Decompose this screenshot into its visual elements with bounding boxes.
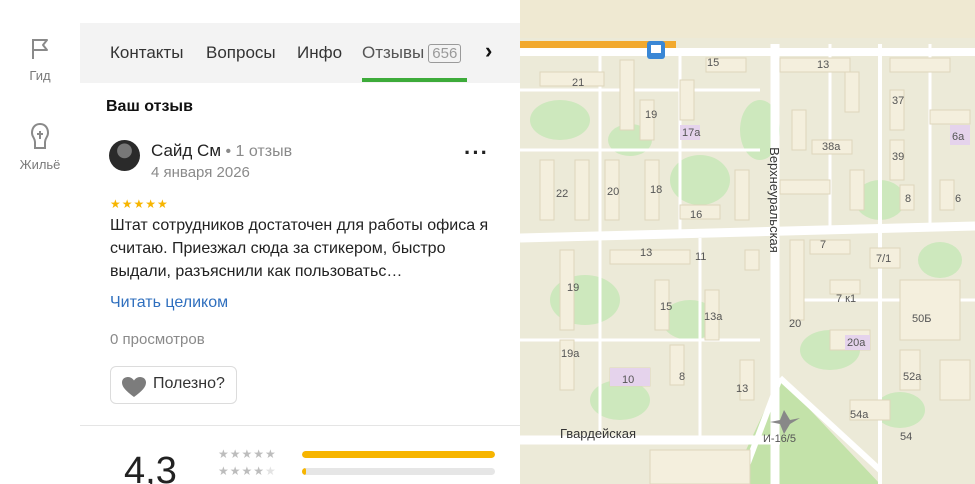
author-name: Сайд См (151, 141, 222, 160)
building-label: 13 (640, 247, 652, 259)
building-label: 50Б (912, 313, 931, 325)
building-label: 37 (892, 95, 904, 107)
review-text: Штат сотрудников достаточен для работы о… (110, 217, 489, 280)
building-label: 17а (682, 127, 701, 139)
building-label: 6 (955, 193, 961, 205)
left-rail: Гид Жильё (0, 0, 81, 484)
rating-row-4-stars: ★★★★★ (218, 464, 277, 478)
rating-bar-fill (302, 468, 306, 475)
rail-item-label: Гид (29, 68, 51, 83)
divider (80, 425, 520, 426)
building-label: 11 (695, 251, 706, 263)
building-label: 15 (707, 57, 719, 69)
chevron-right-icon[interactable]: › (485, 38, 492, 64)
rating-bar-5 (302, 451, 495, 458)
building-label: 22 (556, 188, 568, 200)
building-label: 19 (645, 109, 657, 121)
author-review-count: 1 отзыв (235, 143, 293, 160)
rating-bar-fill (302, 451, 495, 458)
building-label: 19а (561, 348, 580, 360)
review-stars: ★★★★★ (110, 197, 169, 211)
rating-row-5-stars: ★★★★★ (218, 447, 277, 461)
helpful-label: Полезно? (153, 375, 225, 392)
building-label: 10 (622, 374, 634, 386)
flag-icon (32, 39, 48, 59)
building-label: 8 (905, 193, 911, 205)
building-label: 54а (850, 409, 869, 421)
building-label: 13а (704, 311, 723, 323)
building-label: 20 (607, 186, 619, 198)
house-icon (30, 122, 50, 149)
building-label: 54 (900, 431, 912, 443)
avatar[interactable] (109, 140, 140, 171)
tab-info[interactable]: Инфо (297, 43, 342, 63)
building-label: 39 (892, 151, 904, 163)
building-label: 20 (789, 318, 801, 330)
street-label: Верхнеуральская (767, 147, 782, 253)
rail-item-housing[interactable]: Жильё (0, 121, 80, 172)
tab-reviews-count: 656 (428, 44, 462, 63)
rail-item-guide[interactable]: Гид (0, 36, 80, 83)
rating-value: 4,3 (124, 450, 177, 484)
building-label: 20а (847, 337, 866, 349)
rating-bar-4 (302, 468, 495, 475)
read-more-link[interactable]: Читать целиком (110, 294, 228, 312)
building-label: 7 к1 (836, 293, 856, 305)
building-label: 19 (567, 282, 579, 294)
active-tab-underline (362, 78, 467, 82)
building-label: 7/1 (876, 253, 891, 265)
tab-contacts[interactable]: Контакты (110, 43, 183, 63)
building-label: 21 (572, 77, 584, 89)
review-date: 4 января 2026 (151, 164, 250, 181)
building-label: 6а (952, 131, 965, 143)
review-author[interactable]: Сайд См • 1 отзыв (151, 141, 292, 161)
building-label: 16 (690, 209, 702, 221)
more-options-icon[interactable]: ··· (464, 140, 489, 166)
building-label: 13 (736, 383, 748, 395)
building-label: 18 (650, 184, 662, 196)
heart-icon (122, 377, 146, 397)
section-title: Ваш отзыв (106, 98, 193, 115)
map-canvas[interactable]: Верхнеуральская Гвардейская 21 19 17а 15… (520, 0, 975, 484)
building-label: 7 (820, 239, 826, 251)
tab-questions[interactable]: Вопросы (206, 43, 276, 63)
building-label: 52а (903, 371, 922, 383)
tab-reviews[interactable]: Отзывы 656 (362, 43, 462, 63)
building-label: 8 (679, 371, 685, 383)
helpful-button[interactable]: Полезно? (110, 366, 237, 404)
org-card-panel: Контакты Вопросы Инфо Отзывы 656 › Ваш от… (80, 0, 520, 484)
rail-item-label: Жильё (19, 157, 61, 172)
tabs-bar: Контакты Вопросы Инфо Отзывы 656 › (80, 23, 520, 83)
view-count: 0 просмотров (110, 331, 205, 348)
map-view[interactable]: Верхнеуральская Гвардейская 21 19 17а 15… (520, 0, 975, 484)
building-label: 13 (817, 59, 829, 71)
tab-reviews-label: Отзывы (362, 43, 425, 62)
street-label: Гвардейская (560, 426, 636, 441)
building-label: 38а (822, 141, 841, 153)
building-label: И-16/5 (763, 433, 796, 445)
building-label: 15 (660, 301, 672, 313)
